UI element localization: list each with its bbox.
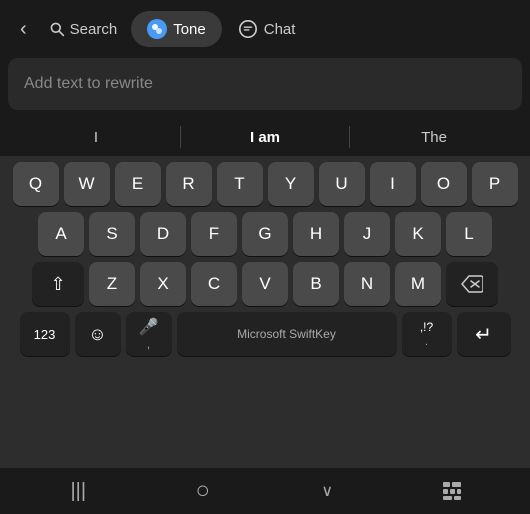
key-l[interactable]: L bbox=[446, 212, 492, 256]
key-t[interactable]: T bbox=[217, 162, 263, 206]
key-mic[interactable]: 🎤 , bbox=[126, 312, 172, 356]
key-p[interactable]: P bbox=[472, 162, 518, 206]
keyboard-row-4: 123 ☺ 🎤 , Microsoft SwiftKey ,!? . ↵ bbox=[4, 312, 526, 356]
key-j[interactable]: J bbox=[344, 212, 390, 256]
tone-icon bbox=[147, 19, 167, 39]
key-punctuation[interactable]: ,!? . bbox=[402, 312, 452, 356]
key-y[interactable]: Y bbox=[268, 162, 314, 206]
key-i[interactable]: I bbox=[370, 162, 416, 206]
key-w[interactable]: W bbox=[64, 162, 110, 206]
key-z[interactable]: Z bbox=[89, 262, 135, 306]
key-x[interactable]: X bbox=[140, 262, 186, 306]
keyboard: Q W E R T Y U I O P A S D F G H J K L ⇧ … bbox=[0, 156, 530, 468]
key-b[interactable]: B bbox=[293, 262, 339, 306]
key-r[interactable]: R bbox=[166, 162, 212, 206]
input-placeholder: Add text to rewrite bbox=[24, 75, 153, 93]
key-shift[interactable]: ⇧ bbox=[32, 262, 84, 306]
key-f[interactable]: F bbox=[191, 212, 237, 256]
keyboard-row-3: ⇧ Z X C V B N M bbox=[4, 262, 526, 306]
bottom-apps-icon[interactable] bbox=[427, 481, 477, 501]
autocomplete-right[interactable]: The bbox=[350, 125, 518, 150]
key-numbers[interactable]: 123 bbox=[20, 312, 70, 356]
bottom-home-icon[interactable]: ○ bbox=[178, 477, 228, 505]
top-nav: ‹ Search Tone Chat bbox=[0, 0, 530, 58]
chat-label: Chat bbox=[264, 21, 296, 38]
bottom-nav-bar: ||| ○ ∨ bbox=[0, 468, 530, 514]
key-n[interactable]: N bbox=[344, 262, 390, 306]
chat-icon bbox=[238, 19, 258, 39]
key-space[interactable]: Microsoft SwiftKey bbox=[177, 312, 397, 356]
tone-button[interactable]: Tone bbox=[131, 11, 222, 47]
key-k[interactable]: K bbox=[395, 212, 441, 256]
key-enter[interactable]: ↵ bbox=[457, 312, 511, 356]
keyboard-row-1: Q W E R T Y U I O P bbox=[4, 162, 526, 206]
bottom-back-icon[interactable]: ∨ bbox=[302, 481, 352, 501]
search-button[interactable]: Search bbox=[43, 17, 124, 42]
key-o[interactable]: O bbox=[421, 162, 467, 206]
autocomplete-bar: I I am The bbox=[0, 118, 530, 156]
key-c[interactable]: C bbox=[191, 262, 237, 306]
key-emoji[interactable]: ☺ bbox=[75, 312, 121, 356]
key-u[interactable]: U bbox=[319, 162, 365, 206]
key-g[interactable]: G bbox=[242, 212, 288, 256]
search-label: Search bbox=[70, 21, 118, 38]
tone-label: Tone bbox=[173, 21, 206, 38]
key-backspace[interactable] bbox=[446, 262, 498, 306]
key-a[interactable]: A bbox=[38, 212, 84, 256]
key-h[interactable]: H bbox=[293, 212, 339, 256]
key-v[interactable]: V bbox=[242, 262, 288, 306]
key-m[interactable]: M bbox=[395, 262, 441, 306]
key-s[interactable]: S bbox=[89, 212, 135, 256]
key-d[interactable]: D bbox=[140, 212, 186, 256]
bottom-menu-icon[interactable]: ||| bbox=[53, 480, 103, 503]
text-input[interactable]: Add text to rewrite bbox=[8, 58, 522, 110]
search-icon bbox=[49, 21, 65, 37]
chat-button[interactable]: Chat bbox=[230, 15, 304, 43]
key-e[interactable]: E bbox=[115, 162, 161, 206]
keyboard-row-2: A S D F G H J K L bbox=[4, 212, 526, 256]
back-button[interactable]: ‹ bbox=[12, 14, 35, 45]
key-q[interactable]: Q bbox=[13, 162, 59, 206]
autocomplete-middle[interactable]: I am bbox=[181, 125, 349, 150]
autocomplete-left[interactable]: I bbox=[12, 125, 180, 150]
